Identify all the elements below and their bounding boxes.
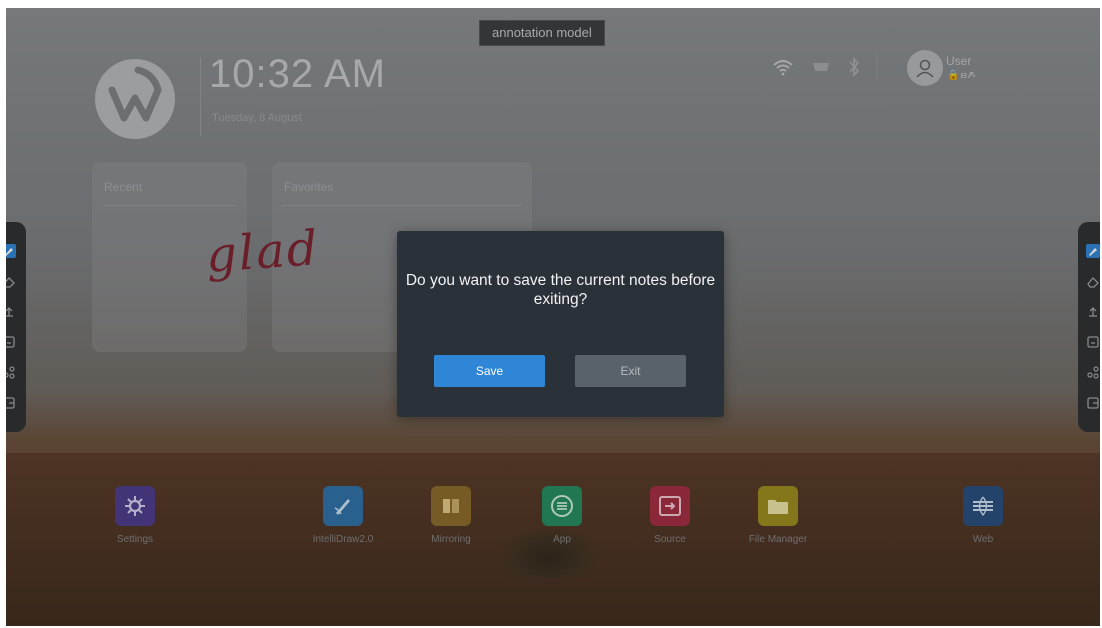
save-button[interactable]: Save (434, 355, 545, 387)
dialog-message: Do you want to save the current notes be… (405, 272, 716, 308)
exit-button[interactable]: Exit (575, 355, 686, 387)
desktop-screen: annotation model 10:32 AM Tuesday, 8 Aug… (6, 8, 1100, 626)
save-notes-dialog: Do you want to save the current notes be… (397, 231, 724, 417)
